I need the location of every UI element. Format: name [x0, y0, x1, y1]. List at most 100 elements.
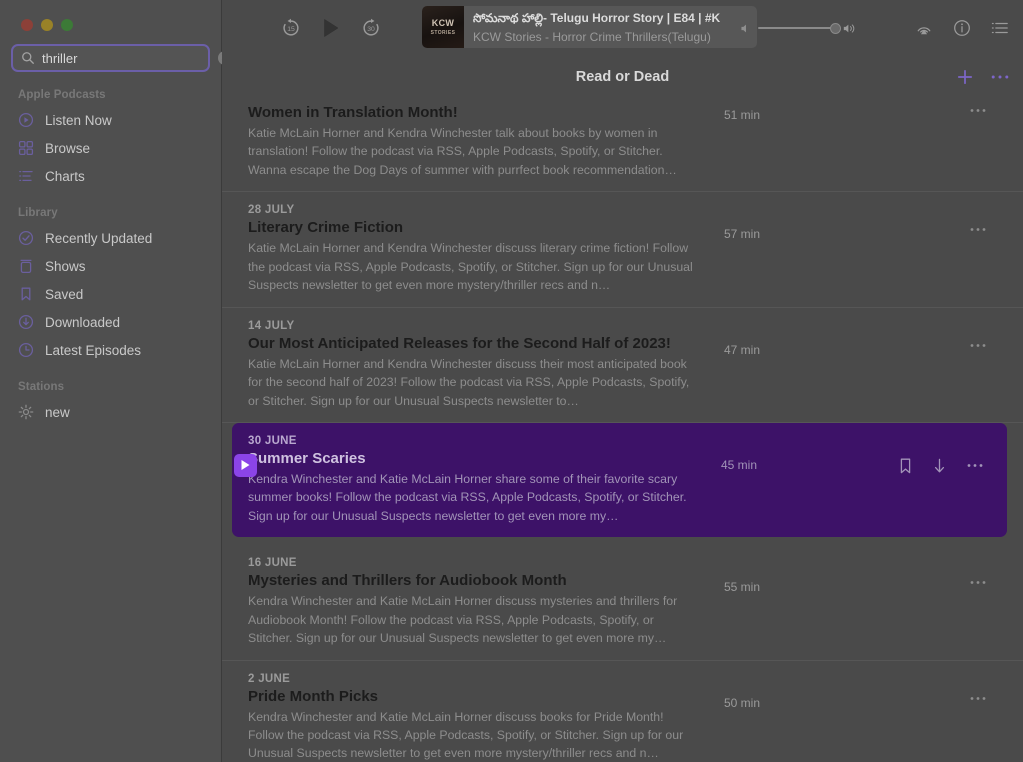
episode-date: 2 JUNE — [248, 672, 291, 685]
now-playing-text: సోమనాథ హాల్లి- Telugu Horror Story | E84… — [464, 11, 720, 44]
episode-actions — [970, 108, 996, 113]
sidebar-section-stations-label: Stations — [18, 381, 65, 393]
episode-duration: 50 min — [724, 695, 761, 710]
sidebar-item-charts[interactable]: Charts — [0, 162, 221, 190]
episode-row-selected[interactable]: 30 JUNE Summer Scaries Kendra Winchester… — [232, 422, 1007, 538]
bookmark-icon[interactable] — [899, 458, 912, 474]
episode-meta: 45 min — [693, 435, 993, 525]
content-header-actions — [957, 69, 1009, 85]
chevron-left-icon[interactable] — [232, 68, 244, 86]
main-area: 15 30 KCW STORIES సోమనాథ హాల్లి- Telugu … — [222, 0, 1023, 762]
skip-back-15-icon[interactable]: 15 — [280, 17, 302, 39]
minimize-button[interactable] — [41, 19, 53, 31]
queue-list-icon[interactable] — [991, 20, 1009, 36]
episode-list[interactable]: Women in Translation Month! Katie McLain… — [222, 98, 1023, 762]
play-episode-button[interactable] — [234, 453, 257, 477]
ellipsis-icon[interactable] — [970, 696, 986, 701]
episode-body: 28 JULY Literary Crime Fiction Katie McL… — [248, 204, 696, 294]
close-button[interactable] — [21, 19, 33, 31]
episode-meta: 55 min — [696, 557, 996, 647]
episode-date: 16 JUNE — [248, 557, 297, 570]
skip-forward-30-icon[interactable]: 30 — [360, 17, 382, 39]
list-divider — [222, 537, 1023, 546]
airplay-icon[interactable] — [915, 19, 933, 37]
now-playing-card[interactable]: KCW STORIES సోమనాథ హాల్లి- Telugu Horror… — [422, 6, 757, 48]
episode-body: Women in Translation Month! Katie McLain… — [248, 104, 696, 179]
sidebar-item-label: Shows — [45, 258, 86, 274]
sidebar-item-downloaded[interactable]: Downloaded — [0, 308, 221, 336]
episode-description: Kendra Winchester and Katie McLain Horne… — [248, 471, 687, 523]
play-circle-icon — [18, 112, 34, 128]
episode-row[interactable]: 16 JUNE Mysteries and Thrillers for Audi… — [222, 545, 1023, 661]
episode-row[interactable]: 28 JULY Literary Crime Fiction Katie McL… — [222, 192, 1023, 308]
episode-description: Katie McLain Horner and Kendra Wincheste… — [248, 126, 677, 177]
ellipsis-icon[interactable] — [970, 343, 986, 348]
episode-title[interactable]: Women in Translation Month! — [248, 104, 696, 121]
episode-title[interactable]: Mysteries and Thrillers for Audiobook Mo… — [248, 572, 696, 589]
list-bullet-icon — [19, 170, 33, 182]
episode-row[interactable]: 14 JULY Our Most Anticipated Releases fo… — [222, 308, 1023, 423]
volume-knob[interactable] — [830, 23, 841, 34]
episode-title[interactable]: Summer Scaries — [248, 450, 693, 467]
episode-body: 16 JUNE Mysteries and Thrillers for Audi… — [248, 557, 696, 647]
ellipsis-icon[interactable] — [970, 580, 986, 585]
podcasts-window: ✕ Apple Podcasts Listen Now Browse — [0, 0, 1023, 762]
episode-duration: 55 min — [724, 580, 761, 595]
ellipsis-icon[interactable] — [970, 227, 986, 232]
search-container: ✕ — [0, 31, 232, 72]
episode-title[interactable]: Our Most Anticipated Releases for the Se… — [248, 335, 696, 352]
episode-meta: 57 min — [696, 204, 996, 294]
sidebar-item-label: Charts — [45, 168, 85, 184]
episode-body: 30 JUNE Summer Scaries Kendra Winchester… — [248, 435, 693, 525]
episode-date: 30 JUNE — [248, 434, 297, 447]
episode-duration: 47 min — [724, 342, 761, 357]
episode-row[interactable]: Women in Translation Month! Katie McLain… — [222, 98, 1023, 193]
ellipsis-icon[interactable] — [991, 74, 1009, 80]
artwork-line-1: KCW — [431, 17, 455, 28]
now-playing-title: సోమనాథ హాల్లి- Telugu Horror Story | E84… — [473, 10, 721, 25]
sidebar-item-shows[interactable]: Shows — [0, 252, 221, 280]
ellipsis-icon[interactable] — [967, 463, 983, 468]
search-input[interactable] — [42, 50, 218, 66]
sidebar-item-new[interactable]: new — [0, 398, 221, 426]
episode-title[interactable]: Literary Crime Fiction — [248, 219, 696, 236]
plus-icon[interactable] — [957, 69, 973, 85]
svg-text:30: 30 — [367, 26, 375, 33]
ellipsis-icon[interactable] — [970, 108, 986, 113]
play-icon — [241, 460, 250, 471]
sidebar-item-saved[interactable]: Saved — [0, 280, 221, 308]
zoom-button[interactable] — [61, 19, 73, 31]
sidebar-item-label: Downloaded — [45, 314, 121, 330]
episode-duration: 51 min — [724, 108, 761, 122]
sidebar-item-latest-episodes[interactable]: Latest Episodes — [0, 336, 221, 364]
volume-slider[interactable] — [758, 23, 841, 34]
info-circle-icon[interactable] — [953, 19, 971, 37]
episode-row[interactable]: 2 JUNE Pride Month Picks Kendra Winchest… — [222, 661, 1023, 762]
bookmark-icon — [21, 287, 31, 301]
sidebar-section-library-label: Library — [18, 207, 58, 219]
episode-date: 14 JULY — [248, 319, 295, 332]
content-header: Read or Dead — [222, 56, 1023, 98]
volume-control[interactable] — [739, 22, 857, 35]
episode-actions — [899, 458, 993, 474]
episode-description: Katie McLain Horner and Kendra Wincheste… — [248, 241, 693, 293]
episode-date: 28 JULY — [248, 204, 295, 217]
search-field[interactable]: ✕ — [11, 44, 232, 72]
sidebar-item-listen-now[interactable]: Listen Now — [0, 106, 221, 134]
play-icon[interactable] — [320, 16, 342, 40]
sidebar-item-browse[interactable]: Browse — [0, 134, 221, 162]
volume-high-icon — [843, 23, 855, 33]
search-icon — [22, 52, 34, 64]
episode-body: 2 JUNE Pride Month Picks Kendra Winchest… — [248, 673, 696, 762]
artwork-line-2: STORIES — [430, 29, 456, 36]
sidebar-item-label: Recently Updated — [45, 230, 153, 246]
sidebar-item-label: Saved — [45, 286, 84, 302]
grid-icon — [18, 140, 34, 156]
download-arrow-icon[interactable] — [933, 458, 946, 474]
episode-actions — [970, 580, 996, 585]
sidebar-item-recently-updated[interactable]: Recently Updated — [0, 224, 221, 252]
sidebar: ✕ Apple Podcasts Listen Now Browse — [0, 0, 232, 762]
episode-description: Kendra Winchester and Katie McLain Horne… — [248, 709, 684, 761]
episode-title[interactable]: Pride Month Picks — [248, 688, 696, 705]
episode-duration: 57 min — [724, 227, 761, 242]
